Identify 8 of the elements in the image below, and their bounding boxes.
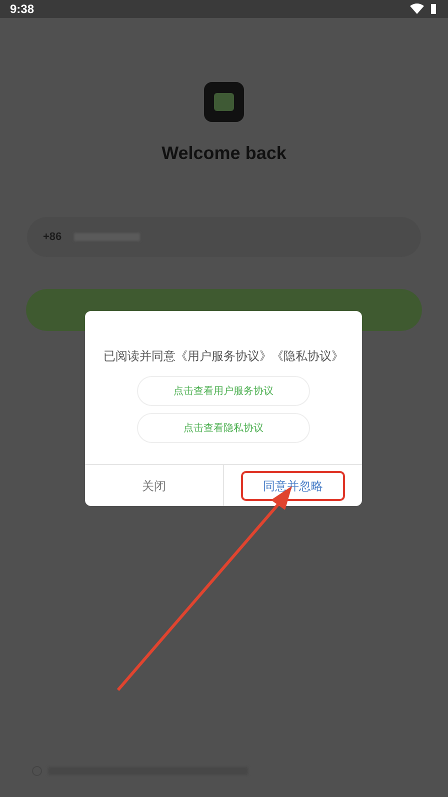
close-button[interactable]: 关闭 <box>122 470 186 500</box>
app-logo <box>204 82 244 122</box>
status-icons <box>410 3 438 15</box>
status-time: 9:38 <box>10 1 34 18</box>
dialog-message: 已阅读并同意《用户服务协议》《隐私协议》 <box>104 348 344 365</box>
agreement-link[interactable]: 点击查看用户服务协议 <box>137 376 310 406</box>
agreement-link[interactable]: 点击查看隐私协议 <box>137 413 310 443</box>
welcome-title: Welcome back <box>162 142 286 165</box>
